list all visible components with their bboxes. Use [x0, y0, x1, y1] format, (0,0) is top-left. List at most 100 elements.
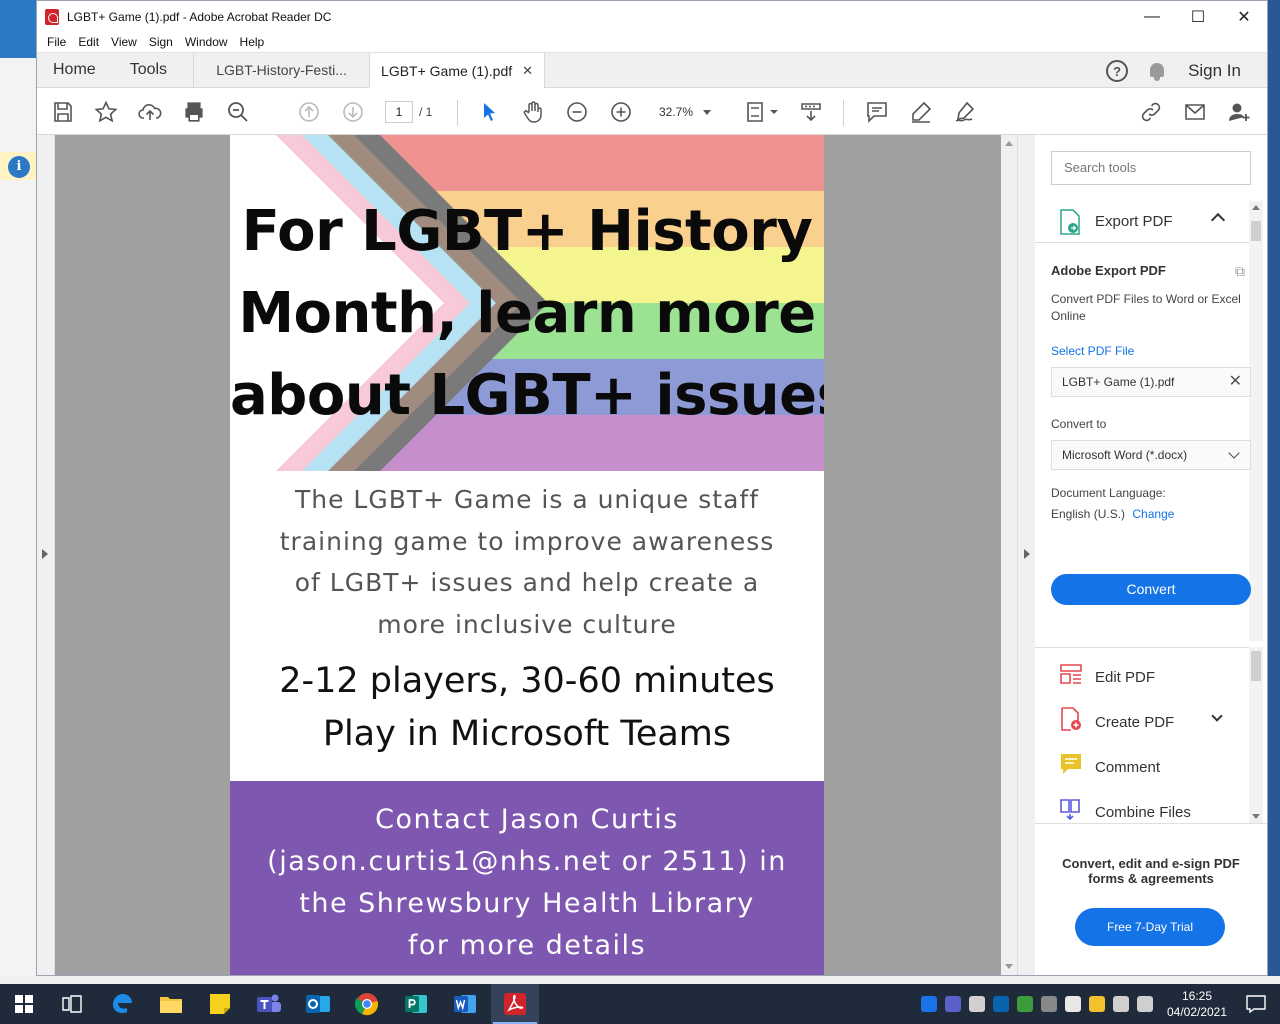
clear-file-icon[interactable]: ✕: [1229, 368, 1242, 396]
tray-teams-icon[interactable]: [945, 996, 961, 1012]
tray-outlook-icon[interactable]: [993, 996, 1009, 1012]
tray-network-warning-icon[interactable]: [1089, 996, 1105, 1012]
select-pdf-file-link[interactable]: Select PDF File: [1051, 344, 1134, 358]
tool-edit-pdf[interactable]: Edit PDF: [1035, 654, 1249, 696]
right-pane-toggle[interactable]: [1017, 135, 1035, 975]
find-zoom-icon[interactable]: [226, 100, 250, 124]
menu-window[interactable]: Window: [179, 35, 234, 49]
taskbar-chrome[interactable]: [343, 984, 391, 1024]
share-link-icon[interactable]: [1139, 100, 1163, 124]
chevron-down-icon[interactable]: [1211, 710, 1223, 722]
taskbar-acrobat[interactable]: [491, 984, 539, 1024]
taskbar-publisher[interactable]: [392, 984, 440, 1024]
sign-fill-icon[interactable]: [953, 100, 977, 124]
chevron-up-icon[interactable]: [1210, 212, 1226, 228]
headline-line: about LGBT+ issues: [230, 363, 824, 428]
taskbar-sticky-notes[interactable]: [196, 984, 244, 1024]
previous-page-icon[interactable]: [297, 100, 321, 124]
menu-view[interactable]: View: [105, 35, 143, 49]
close-tab-icon[interactable]: ✕: [522, 63, 533, 79]
print-icon[interactable]: [182, 100, 206, 124]
tray-app-icon[interactable]: [921, 996, 937, 1012]
fit-page-icon[interactable]: [745, 100, 779, 124]
save-icon[interactable]: [51, 100, 75, 124]
highlight-pen-icon[interactable]: [909, 100, 933, 124]
combine-files-icon: [1060, 799, 1080, 821]
tool-label: Create PDF: [1095, 714, 1175, 731]
document-view[interactable]: For LGBT+ History Month, learn more abou…: [55, 135, 1001, 975]
tool-combine-files[interactable]: Combine Files: [1035, 789, 1249, 823]
email-icon[interactable]: [1183, 100, 1207, 124]
hand-tool-icon[interactable]: [521, 100, 545, 124]
tray-wifi-icon[interactable]: [1113, 996, 1129, 1012]
start-button[interactable]: [0, 984, 48, 1024]
tray-security-icon[interactable]: [1017, 996, 1033, 1012]
minimize-button[interactable]: —: [1129, 1, 1175, 32]
tab-home[interactable]: Home: [37, 53, 112, 87]
export-settings-icon[interactable]: ⧉: [1235, 263, 1251, 279]
next-page-icon[interactable]: [341, 100, 365, 124]
page-number-input[interactable]: 1: [385, 101, 413, 123]
tab-document-history-festival[interactable]: LGBT-History-Festi...: [193, 53, 369, 87]
zoom-level-dropdown[interactable]: 32.7%: [649, 101, 721, 123]
collapse-right-pane-icon[interactable]: [1024, 549, 1030, 559]
tray-volume-icon[interactable]: [1137, 996, 1153, 1012]
taskbar-file-explorer[interactable]: [147, 984, 195, 1024]
scroll-thumb[interactable]: [1251, 651, 1261, 681]
window-title: LGBT+ Game (1).pdf - Adobe Acrobat Reade…: [67, 9, 332, 24]
taskbar-word[interactable]: [441, 984, 489, 1024]
convert-button[interactable]: Convert: [1051, 574, 1251, 605]
tray-drive-icon[interactable]: [1041, 996, 1057, 1012]
tool-comment[interactable]: Comment: [1035, 744, 1249, 786]
task-view-button[interactable]: [48, 984, 96, 1024]
free-trial-button[interactable]: Free 7-Day Trial: [1075, 908, 1225, 946]
tool-create-pdf[interactable]: Create PDF: [1035, 699, 1249, 741]
change-language-link[interactable]: Change: [1132, 507, 1174, 521]
menu-bar: File Edit View Sign Window Help: [37, 32, 1267, 52]
taskbar-edge[interactable]: [98, 984, 146, 1024]
scroll-up-arrow-icon[interactable]: [1252, 205, 1260, 210]
menu-sign[interactable]: Sign: [143, 35, 179, 49]
add-user-icon[interactable]: [1227, 100, 1251, 124]
tray-mail-icon[interactable]: [969, 996, 985, 1012]
bookmark-star-icon[interactable]: [94, 100, 118, 124]
scroll-down-arrow-icon[interactable]: [1252, 814, 1260, 819]
taskbar-teams[interactable]: [245, 984, 293, 1024]
expand-left-pane-icon[interactable]: [42, 549, 48, 559]
tools-pane-scrollbar[interactable]: [1249, 201, 1263, 641]
taskbar-outlook[interactable]: [294, 984, 342, 1024]
export-pdf-header[interactable]: Export PDF: [1035, 201, 1249, 243]
menu-edit[interactable]: Edit: [72, 35, 105, 49]
zoom-out-icon[interactable]: [565, 100, 589, 124]
taskbar: 16:25 04/02/2021: [0, 984, 1280, 1024]
tab-tools[interactable]: Tools: [112, 53, 193, 87]
notifications-bell-icon[interactable]: [1148, 61, 1166, 81]
tool-list-scrollbar[interactable]: [1249, 647, 1263, 823]
taskbar-clock[interactable]: 16:25 04/02/2021: [1162, 988, 1232, 1020]
convert-to-select[interactable]: Microsoft Word (*.docx): [1051, 440, 1251, 470]
scroll-up-arrow-icon[interactable]: [1005, 141, 1013, 146]
left-pane-toggle[interactable]: [37, 135, 55, 975]
document-language-value: English (U.S.): [1051, 507, 1126, 521]
tray-shield-icon[interactable]: [1065, 996, 1081, 1012]
search-tools-input[interactable]: Search tools: [1051, 151, 1251, 185]
selected-file-field[interactable]: LGBT+ Game (1).pdf ✕: [1051, 367, 1251, 397]
toolbar-separator: [843, 100, 844, 126]
notification-center-button[interactable]: [1232, 984, 1280, 1024]
scroll-thumb[interactable]: [1251, 221, 1261, 241]
sign-in-button[interactable]: Sign In: [1188, 61, 1241, 81]
scroll-mode-icon[interactable]: [799, 100, 823, 124]
upload-cloud-icon[interactable]: [138, 100, 162, 124]
menu-help[interactable]: Help: [234, 35, 271, 49]
scroll-down-arrow-icon[interactable]: [1005, 964, 1013, 969]
add-comment-icon[interactable]: [865, 100, 889, 124]
tab-document-lgbt-game[interactable]: LGBT+ Game (1).pdf ✕: [369, 53, 546, 88]
document-scrollbar[interactable]: [1001, 135, 1017, 975]
maximize-button[interactable]: ☐: [1175, 1, 1221, 32]
close-button[interactable]: ✕: [1221, 1, 1267, 32]
menu-file[interactable]: File: [41, 35, 72, 49]
zoom-in-icon[interactable]: [609, 100, 633, 124]
tab-label: LGBT-History-Festi...: [216, 62, 347, 78]
select-cursor-icon[interactable]: [477, 100, 501, 124]
help-icon[interactable]: ?: [1106, 60, 1129, 82]
